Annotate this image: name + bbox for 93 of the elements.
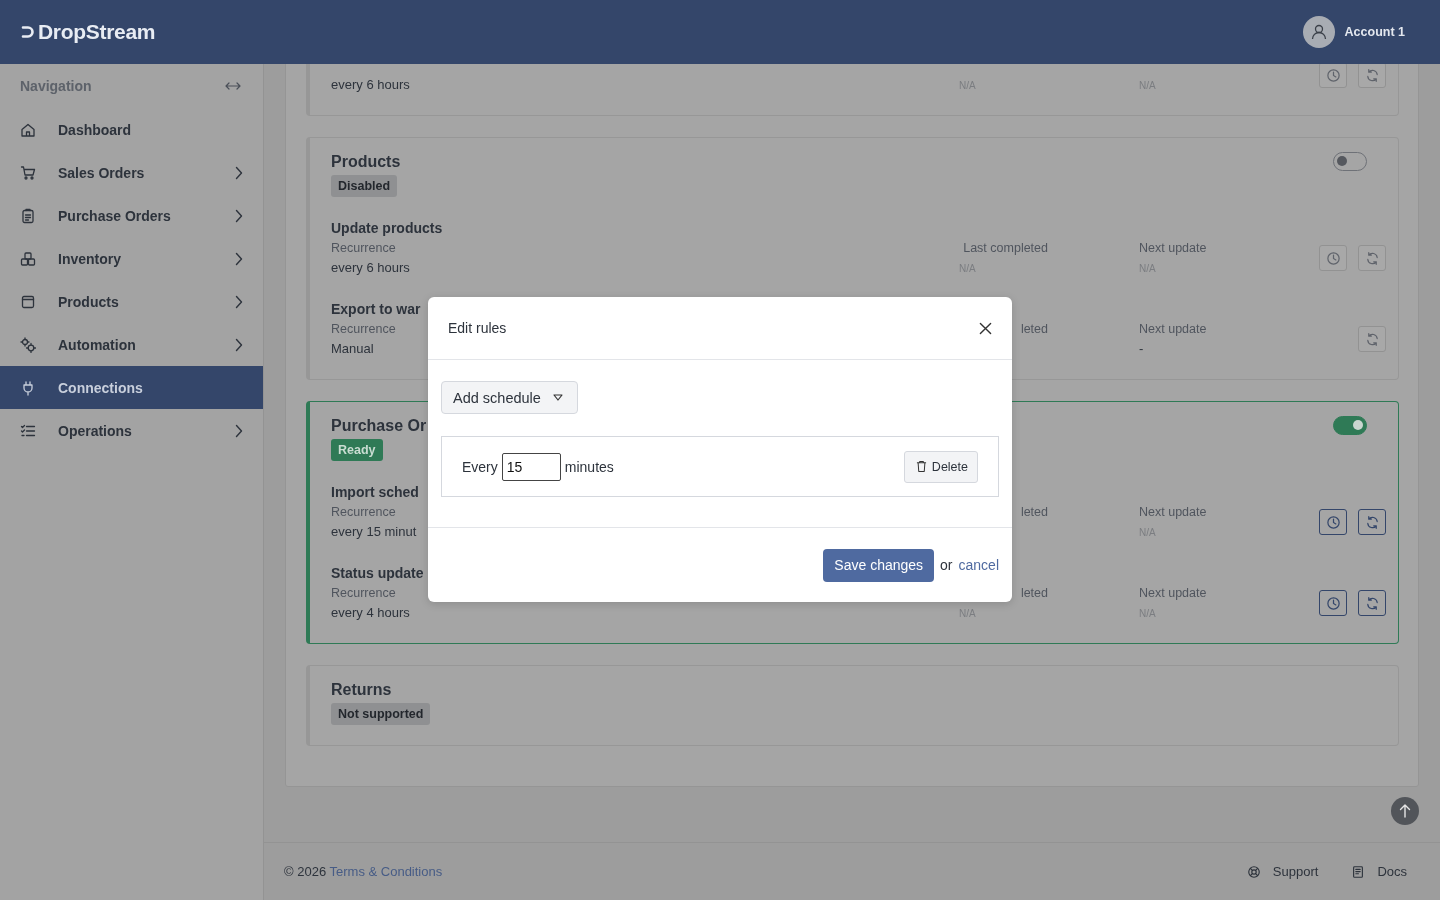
- dialog-title: Edit rules: [448, 320, 507, 336]
- gears-icon: [20, 336, 36, 353]
- status-badge: Not supported: [331, 703, 431, 725]
- avatar-icon[interactable]: [1302, 16, 1335, 48]
- chevron-icon: [235, 251, 243, 266]
- job-name: Update products: [331, 220, 443, 236]
- book-icon: [1351, 864, 1366, 879]
- chevron-icon: [235, 208, 243, 223]
- interval-input[interactable]: 15: [501, 452, 561, 481]
- job-name: Export to war: [331, 301, 421, 317]
- clock-icon: [1325, 595, 1341, 611]
- clock-icon: [1325, 67, 1341, 83]
- trash-icon: [915, 460, 927, 473]
- sync-button[interactable]: [1358, 509, 1386, 535]
- nav-item[interactable]: Products: [0, 280, 263, 323]
- list-icon: [20, 422, 36, 439]
- card-title: Products: [331, 152, 401, 172]
- clock-icon: [1325, 514, 1341, 530]
- sync-icon: [1364, 67, 1380, 83]
- app-logo[interactable]: DropStream: [38, 20, 156, 44]
- account-name[interactable]: Account 1: [1344, 25, 1405, 39]
- status-badge: Ready: [331, 439, 383, 461]
- sync-button[interactable]: [1358, 326, 1386, 352]
- field-label: Recurrence: [331, 240, 396, 257]
- scroll-top-icon[interactable]: [1391, 797, 1419, 825]
- chevron-icon: [235, 294, 243, 309]
- cancel-link[interactable]: cancel: [958, 557, 999, 573]
- field-label: Next update: [1139, 504, 1207, 521]
- home-icon: [20, 121, 36, 138]
- sync-button[interactable]: [1358, 590, 1386, 616]
- sync-icon: [1364, 514, 1380, 530]
- next-update-value: -: [1139, 341, 1144, 356]
- card-title: Purchase Or: [331, 416, 427, 436]
- job-name: Import sched: [331, 484, 419, 500]
- field-label: leted: [1020, 504, 1048, 521]
- field-label: Recurrence: [331, 321, 396, 338]
- job-name: Status update: [331, 565, 424, 581]
- field-label: leted: [1020, 321, 1048, 338]
- recurrence-value: every 15 minut: [331, 524, 417, 539]
- plug-icon: [20, 379, 36, 396]
- caret-icon: [552, 394, 563, 401]
- sync-button[interactable]: [1358, 245, 1386, 271]
- close-icon[interactable]: [979, 321, 992, 335]
- recurrence-value: every 4 hours: [331, 605, 410, 620]
- schedule-button[interactable]: [1319, 64, 1347, 88]
- rule-label: Every: [462, 458, 498, 475]
- or-text: or: [940, 557, 953, 573]
- chevron-icon: [235, 337, 243, 352]
- recurrence-value: every 6 hours: [331, 260, 410, 275]
- boxes-icon: [20, 250, 36, 267]
- rule-label: minutes: [564, 458, 614, 475]
- sync-icon: [1364, 331, 1380, 347]
- field-label: Recurrence: [331, 504, 396, 521]
- save-button[interactable]: Save changes: [823, 548, 935, 582]
- toggle-switch[interactable]: [1333, 416, 1367, 435]
- card-title: Returns: [331, 680, 393, 700]
- delete-button[interactable]: Delete: [903, 450, 978, 483]
- schedule-button[interactable]: [1319, 509, 1347, 535]
- sidebar-title: Navigation: [20, 78, 92, 94]
- field-label: Next update: [1139, 585, 1207, 602]
- copyright-text: © 2026 Terms & Conditions: [284, 864, 443, 879]
- add-schedule-button[interactable]: Add schedule: [441, 381, 578, 414]
- recurrence-value: every 6 hours: [331, 77, 410, 92]
- cart-icon: [20, 164, 36, 181]
- chevron-icon: [235, 165, 243, 180]
- field-label: leted: [1020, 585, 1048, 602]
- clipboard-icon: [20, 207, 36, 224]
- nav-item[interactable]: Dashboard: [0, 108, 263, 151]
- clock-icon: [1325, 250, 1341, 266]
- nav-item[interactable]: Purchase Orders: [0, 194, 263, 237]
- chevron-icon: [235, 423, 243, 438]
- schedule-button[interactable]: [1319, 590, 1347, 616]
- nav-item[interactable]: Automation: [0, 323, 263, 366]
- lifebuoy-icon: [1246, 864, 1261, 879]
- nav-item[interactable]: Sales Orders: [0, 151, 263, 194]
- logo-icon: [20, 24, 36, 40]
- field-label: Recurrence: [331, 585, 396, 602]
- sync-icon: [1364, 595, 1380, 611]
- collapse-icon[interactable]: [225, 81, 241, 91]
- field-label: Last completed: [963, 240, 1048, 257]
- schedule-button[interactable]: [1319, 245, 1347, 271]
- field-label: Next update: [1139, 240, 1207, 257]
- nav-item[interactable]: Connections: [0, 366, 263, 409]
- field-label: Next update: [1139, 321, 1207, 338]
- footer-link[interactable]: Support: [1272, 864, 1319, 879]
- sync-button[interactable]: [1358, 64, 1386, 88]
- recurrence-value: Manual: [331, 341, 374, 356]
- status-badge: Disabled: [331, 175, 398, 197]
- nav-item[interactable]: Operations: [0, 409, 263, 452]
- footer-link[interactable]: Docs: [1377, 864, 1407, 879]
- nav-item[interactable]: Inventory: [0, 237, 263, 280]
- sync-icon: [1364, 250, 1380, 266]
- box-icon: [20, 293, 36, 310]
